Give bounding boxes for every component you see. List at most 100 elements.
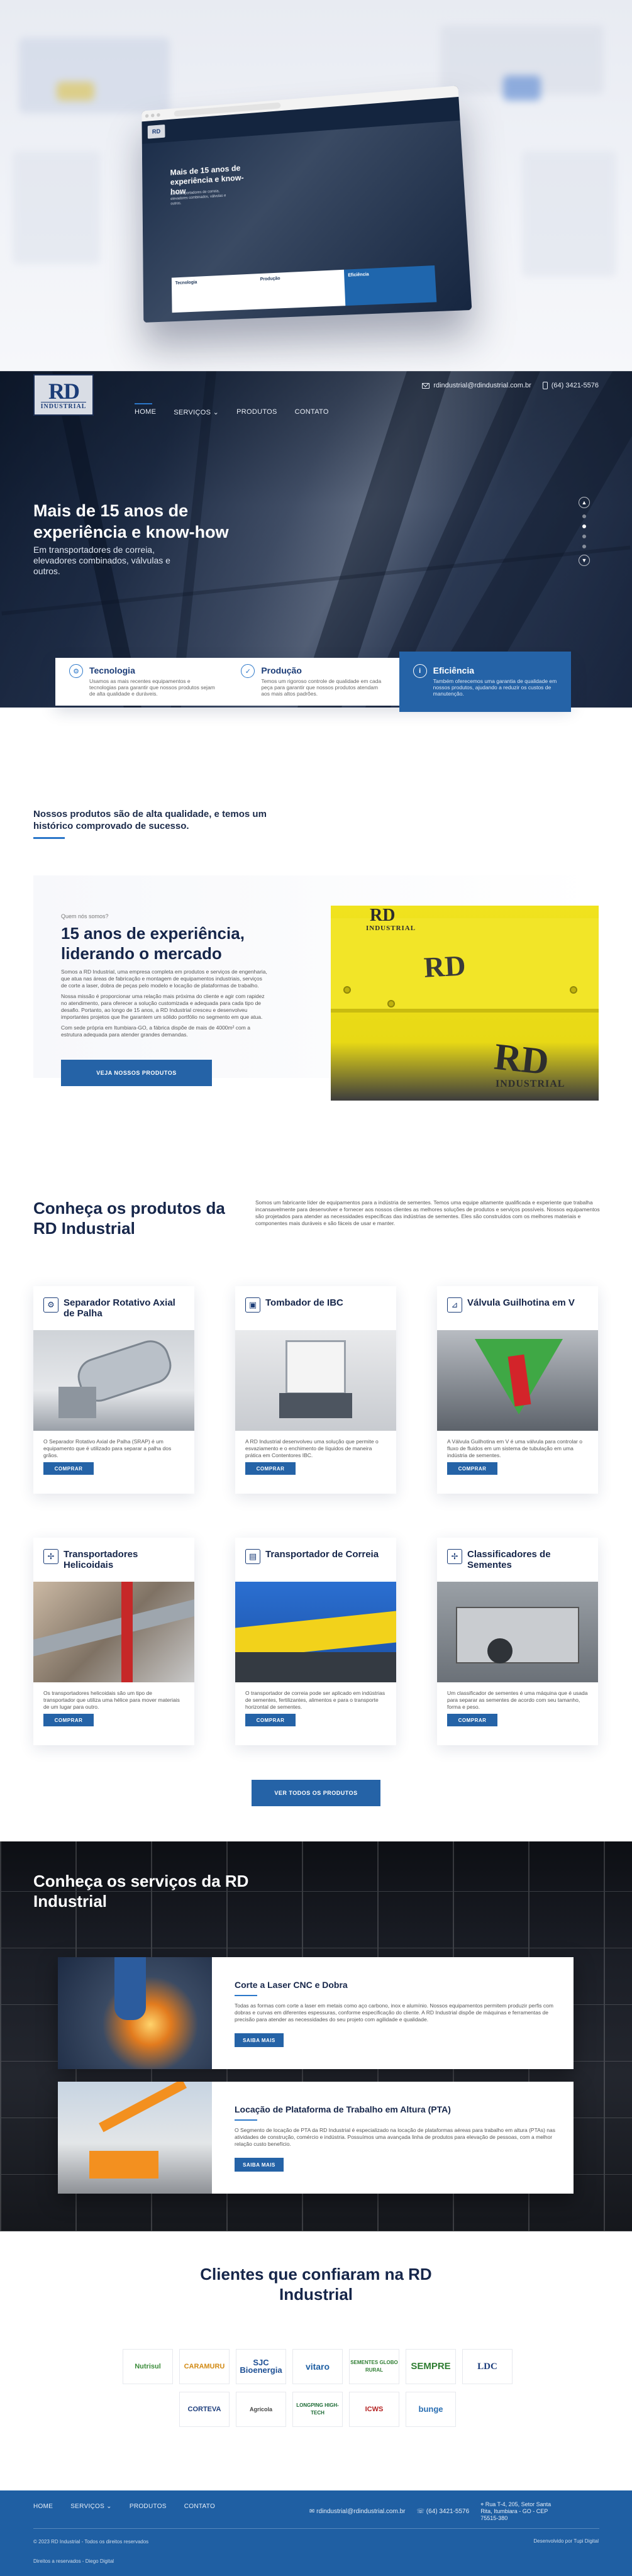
- learn-more-button[interactable]: SAIBA MAIS: [235, 2033, 284, 2047]
- about-text: Somos a RD Industrial, uma empresa compl…: [61, 969, 269, 1042]
- buy-button[interactable]: COMPRAR: [447, 1462, 497, 1475]
- slider-dot-active[interactable]: [582, 525, 586, 528]
- nav-contact[interactable]: CONTATO: [286, 404, 338, 421]
- footer-contacts: ✉ rdindustrial@rdindustrial.com.br ☏ (64…: [309, 2501, 562, 2522]
- service-title: Corte a Laser CNC e Dobra: [235, 1980, 348, 1990]
- footer-nav-contact[interactable]: CONTATO: [184, 2503, 215, 2510]
- blurred-panel: [13, 151, 101, 264]
- logo-subtitle: INDUSTRIAL: [40, 401, 87, 410]
- phone-text: (64) 3421-5576: [426, 2508, 470, 2515]
- learn-more-button[interactable]: SAIBA MAIS: [235, 2158, 284, 2172]
- product-description: A Válvula Guilhotina em V é uma válvula …: [447, 1438, 582, 1458]
- product-card[interactable]: ✢ Transportadores Helicoidais Os transpor…: [33, 1538, 194, 1745]
- product-card[interactable]: ▣ Tombador de IBC A RD Industrial desenvo…: [235, 1286, 396, 1494]
- phone-icon: [542, 382, 548, 389]
- footer: HOME SERVIÇOS ⌄ PRODUTOS CONTATO ✉ rdind…: [0, 2490, 632, 2576]
- buy-button[interactable]: COMPRAR: [447, 1714, 497, 1726]
- mail-icon: [422, 382, 430, 389]
- slider-dot[interactable]: [582, 535, 586, 538]
- machine-shape: [235, 1652, 396, 1682]
- product-card[interactable]: ⊿ Válvula Guilhotina em V A Válvula Guilh…: [437, 1286, 598, 1494]
- chevron-up-icon[interactable]: ▲: [579, 497, 590, 508]
- preview-card: Tecnologia: [175, 280, 197, 286]
- email-text: rdindustrial@rdindustrial.com.br: [316, 2508, 406, 2515]
- feature-title: Tecnologia: [89, 665, 135, 675]
- machine-shape: [279, 1393, 352, 1418]
- slider-dot[interactable]: [582, 545, 586, 548]
- client-logos: Nutrisul CARAMURU SJC Bioenergia vitaro …: [110, 2349, 525, 2434]
- product-card[interactable]: ▤ Transportador de Correia O transportado…: [235, 1538, 396, 1745]
- client-logo: SEMENTES GLOBO RURAL: [349, 2349, 399, 2384]
- service-card[interactable]: Corte a Laser CNC e Dobra Todas as forma…: [58, 1957, 574, 2069]
- products-intro: Somos um fabricante líder de equipamento…: [255, 1199, 600, 1226]
- product-description: O transportador de correia pode ser apli…: [245, 1690, 385, 1710]
- accent-bar: [235, 1995, 257, 1996]
- feature-title: Eficiência: [433, 665, 475, 675]
- window-dot: [157, 113, 160, 117]
- product-card[interactable]: ⚙ Separador Rotativo Axial de Palha O Sep…: [33, 1286, 194, 1494]
- blurred-panel: [522, 151, 616, 277]
- product-description: A RD Industrial desenvolveu uma solução …: [245, 1438, 379, 1458]
- fan-icon: ✢: [447, 1549, 462, 1564]
- logo-row: CORTEVA Agrícola LONGPING HIGH-TECH ICWS…: [110, 2392, 525, 2427]
- buy-button[interactable]: COMPRAR: [43, 1714, 94, 1726]
- buy-button[interactable]: COMPRAR: [245, 1714, 296, 1726]
- page-root: RD Mais de 15 anos de experiência e know…: [0, 0, 632, 2576]
- site-preview-screen: RD Mais de 15 anos de experiência e know…: [141, 86, 472, 323]
- header-phone[interactable]: (64) 3421-5576: [542, 382, 599, 389]
- info-icon: i: [413, 664, 427, 678]
- view-all-products-button[interactable]: VER TODOS OS PRODUTOS: [252, 1780, 380, 1806]
- accent-bar: [33, 837, 65, 839]
- logo-row: Nutrisul CARAMURU SJC Bioenergia vitaro …: [110, 2349, 525, 2384]
- product-description: Os transportadores helicoidais são um ti…: [43, 1690, 180, 1710]
- about-image: RD INDUSTRIAL RD RD INDUSTRIAL: [331, 906, 599, 1101]
- footer-nav-home[interactable]: HOME: [33, 2503, 53, 2510]
- view-products-button[interactable]: VEJA NOSSOS PRODUTOS: [61, 1060, 212, 1086]
- buy-button[interactable]: COMPRAR: [43, 1462, 94, 1475]
- about-title: 15 anos de experiência, liderando o merc…: [61, 924, 245, 963]
- mockup-background: RD Mais de 15 anos de experiência e know…: [0, 0, 632, 371]
- feature-title: Produção: [261, 665, 302, 675]
- hero-subtitle: Em transportadores de correia, elevadore…: [33, 545, 170, 576]
- footer-phone[interactable]: ☏ (64) 3421-5576: [417, 2508, 470, 2515]
- footer-copyright: © 2023 RD Industrial - Todos os direitos…: [33, 2539, 149, 2545]
- header-email[interactable]: rdindustrial@rdindustrial.com.br: [422, 382, 531, 389]
- address-text: Rua T-4, 205, Setor Santa Rita, Itumbiar…: [480, 2501, 552, 2521]
- machine-shape: [58, 1387, 96, 1418]
- image-mark: INDUSTRIAL: [496, 1079, 565, 1089]
- bolt: [387, 1000, 395, 1008]
- product-title: Válvula Guilhotina em V: [467, 1297, 575, 1308]
- fan-icon: ✢: [43, 1549, 58, 1564]
- gear-icon: ⚙: [69, 664, 83, 678]
- feature-text: Temos um rigoroso controle de qualidade …: [261, 678, 382, 697]
- client-logo: SEMPRE: [406, 2349, 456, 2384]
- footer-email[interactable]: ✉ rdindustrial@rdindustrial.com.br: [309, 2508, 406, 2515]
- service-text: O Segmento de locação de PTA da RD Indus…: [235, 2127, 555, 2147]
- clients-title: Clientes que confiaram na RD Industrial: [200, 2265, 432, 2304]
- logo-mark: RD: [48, 378, 80, 404]
- header-contacts: rdindustrial@rdindustrial.com.br (64) 34…: [422, 382, 599, 389]
- blurred-panel: [19, 38, 170, 113]
- about-paragraph: Somos a RD Industrial, uma empresa compl…: [61, 969, 267, 989]
- cube-icon: ▣: [245, 1297, 260, 1313]
- laser-head-shape: [114, 1957, 146, 2020]
- product-title: Separador Rotativo Axial de Palha: [64, 1297, 175, 1319]
- product-card[interactable]: ✢ Classificadores de Sementes Um classifi…: [437, 1538, 598, 1745]
- machine-shape: [487, 1638, 513, 1663]
- image-mark: RD: [423, 949, 467, 984]
- chevron-down-icon[interactable]: ▼: [579, 555, 590, 566]
- nav-home[interactable]: HOME: [126, 403, 165, 421]
- buy-button[interactable]: COMPRAR: [245, 1462, 296, 1475]
- footer-address: ⌖ Rua T-4, 205, Setor Santa Rita, Itumbi…: [480, 2501, 562, 2522]
- client-logo: CORTEVA: [179, 2392, 230, 2427]
- footer-nav-services[interactable]: SERVIÇOS ⌄: [70, 2503, 112, 2510]
- slider-dot[interactable]: [582, 514, 586, 518]
- product-title: Classificadores de Sementes: [467, 1549, 551, 1570]
- footer-developer[interactable]: Desenvolvido por Tupi Digital: [533, 2538, 599, 2544]
- site-logo[interactable]: RD INDUSTRIAL: [33, 374, 94, 416]
- service-card[interactable]: Locação de Plataforma de Trabalho em Alt…: [58, 2082, 574, 2194]
- nav-products[interactable]: PRODUTOS: [228, 404, 286, 421]
- lift-base-shape: [89, 2151, 158, 2179]
- footer-nav-products[interactable]: PRODUTOS: [130, 2503, 167, 2510]
- nav-services[interactable]: SERVIÇOS ⌄: [165, 404, 228, 421]
